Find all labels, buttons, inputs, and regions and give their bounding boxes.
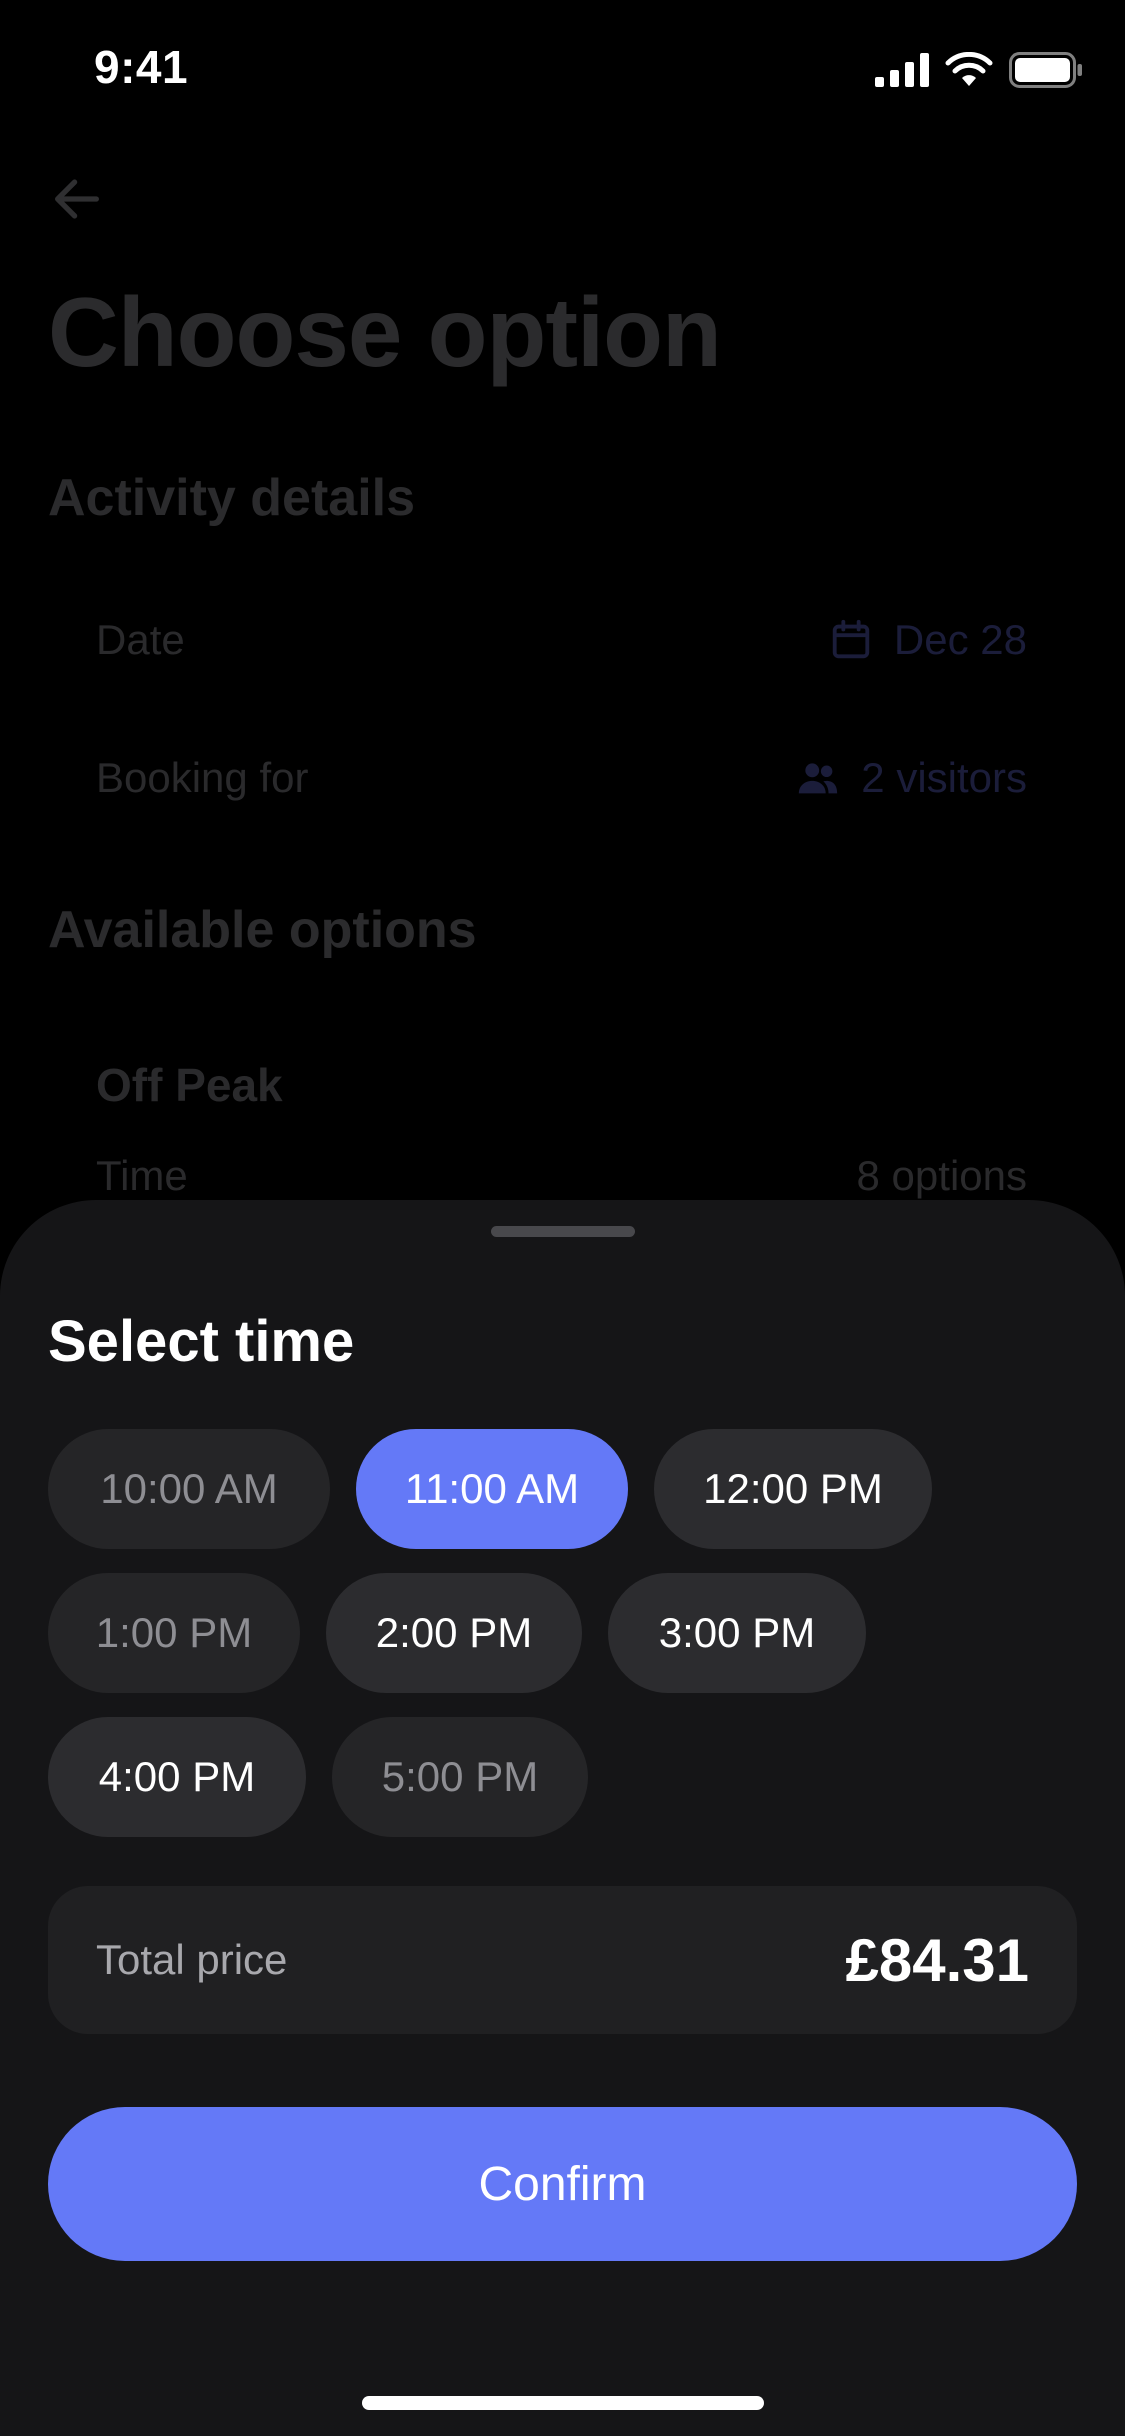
cellular-signal-icon [875,53,929,87]
time-slot-11am[interactable]: 11:00 AM [356,1429,628,1549]
people-icon [799,763,838,794]
calendar-icon [832,619,870,659]
time-label: Time [96,1152,188,1199]
date-label: Date [96,616,185,663]
time-slot-12pm[interactable]: 12:00 PM [654,1429,932,1549]
sheet-drag-handle[interactable] [491,1226,635,1237]
date-value[interactable]: Dec 28 [828,616,1027,664]
time-options-count: 8 options [856,1152,1027,1199]
status-bar: 9:41 [0,0,1125,140]
booking-value-text: 2 visitors [861,754,1027,801]
date-row[interactable]: Date Dec 28 [96,610,1027,670]
total-price-box: Total price £84.31 [48,1886,1077,2034]
option-name: Off Peak [96,1059,283,1111]
booking-label: Booking for [96,754,309,801]
time-row-2: 1:00 PM 2:00 PM 3:00 PM [48,1573,866,1693]
sheet-title: Select time [48,1309,355,1374]
booking-value[interactable]: 2 visitors [795,754,1027,802]
home-indicator [362,2396,764,2410]
time-slot-1pm[interactable]: 1:00 PM [48,1573,300,1693]
time-slot-4pm[interactable]: 4:00 PM [48,1717,306,1837]
back-button[interactable] [44,166,110,232]
battery-icon [1009,52,1082,88]
time-slot-5pm[interactable]: 5:00 PM [332,1717,588,1837]
confirm-button[interactable]: Confirm [48,2107,1077,2261]
time-row-3: 4:00 PM 5:00 PM [48,1717,588,1837]
status-time: 9:41 [94,41,189,93]
total-price-label: Total price [96,1936,288,1983]
page-title: Choose option [48,277,722,387]
time-options-row[interactable]: Time 8 options [96,1146,1027,1206]
booking-row[interactable]: Booking for 2 visitors [96,748,1027,808]
date-value-text: Dec 28 [893,616,1027,663]
time-slot-3pm[interactable]: 3:00 PM [608,1573,866,1693]
arrow-left-icon [55,179,99,219]
available-options-heading: Available options [48,901,477,959]
status-icons [875,52,1083,88]
time-row-1: 10:00 AM 11:00 AM 12:00 PM [48,1429,932,1549]
total-price-value: £84.31 [845,1926,1029,1994]
activity-details-heading: Activity details [48,469,416,527]
time-slot-10am[interactable]: 10:00 AM [48,1429,330,1549]
screen: Choose option Activity details Date Dec … [0,0,1125,2436]
wifi-icon [945,52,993,86]
select-time-sheet: Select time 10:00 AM 11:00 AM 12:00 PM 1… [0,1200,1125,2436]
time-slot-2pm[interactable]: 2:00 PM [326,1573,582,1693]
